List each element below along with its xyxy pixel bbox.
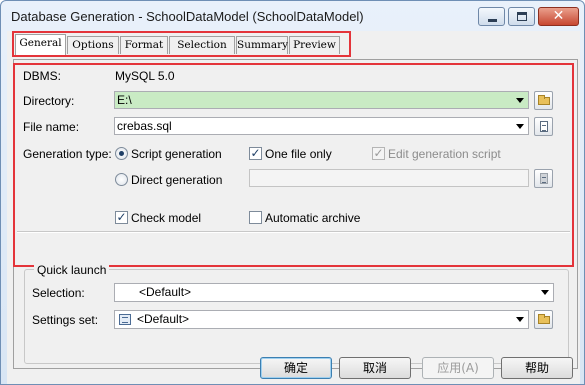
chevron-down-icon[interactable] xyxy=(541,290,549,295)
window-title: Database Generation - SchoolDataModel (S… xyxy=(11,9,364,24)
maximize-button[interactable] xyxy=(508,7,535,26)
selection-label: Selection: xyxy=(32,286,85,300)
browse-settings-button[interactable] xyxy=(534,310,553,329)
close-button[interactable]: ✕ xyxy=(538,7,579,26)
help-button[interactable]: 帮助 xyxy=(501,357,573,379)
settings-set-combo[interactable]: <Default> xyxy=(114,310,529,329)
settings-set-value: <Default> xyxy=(137,312,190,326)
selection-value: <Default> xyxy=(139,285,192,299)
cancel-button[interactable]: 取消 xyxy=(339,357,411,379)
quick-launch-title: Quick launch xyxy=(34,263,110,277)
minimize-icon xyxy=(488,19,497,22)
dialog-window: Database Generation - SchoolDataModel (S… xyxy=(0,0,585,385)
settings-set-icon xyxy=(119,314,131,325)
minimize-button[interactable] xyxy=(478,7,505,26)
folder-icon xyxy=(538,314,550,324)
maximize-icon xyxy=(517,12,527,21)
selection-combo[interactable]: <Default> xyxy=(114,283,554,302)
chevron-down-icon[interactable] xyxy=(516,317,524,322)
ok-button[interactable]: 确定 xyxy=(260,357,332,379)
tabs-highlight xyxy=(12,31,351,57)
general-section-highlight xyxy=(13,63,574,267)
dialog-client: General Options Format Selection Summary… xyxy=(7,31,580,384)
settings-set-label: Settings set: xyxy=(32,313,99,327)
close-icon: ✕ xyxy=(552,8,565,24)
title-bar[interactable]: Database Generation - SchoolDataModel (S… xyxy=(1,1,584,31)
apply-button: 应用(A) xyxy=(422,357,494,379)
